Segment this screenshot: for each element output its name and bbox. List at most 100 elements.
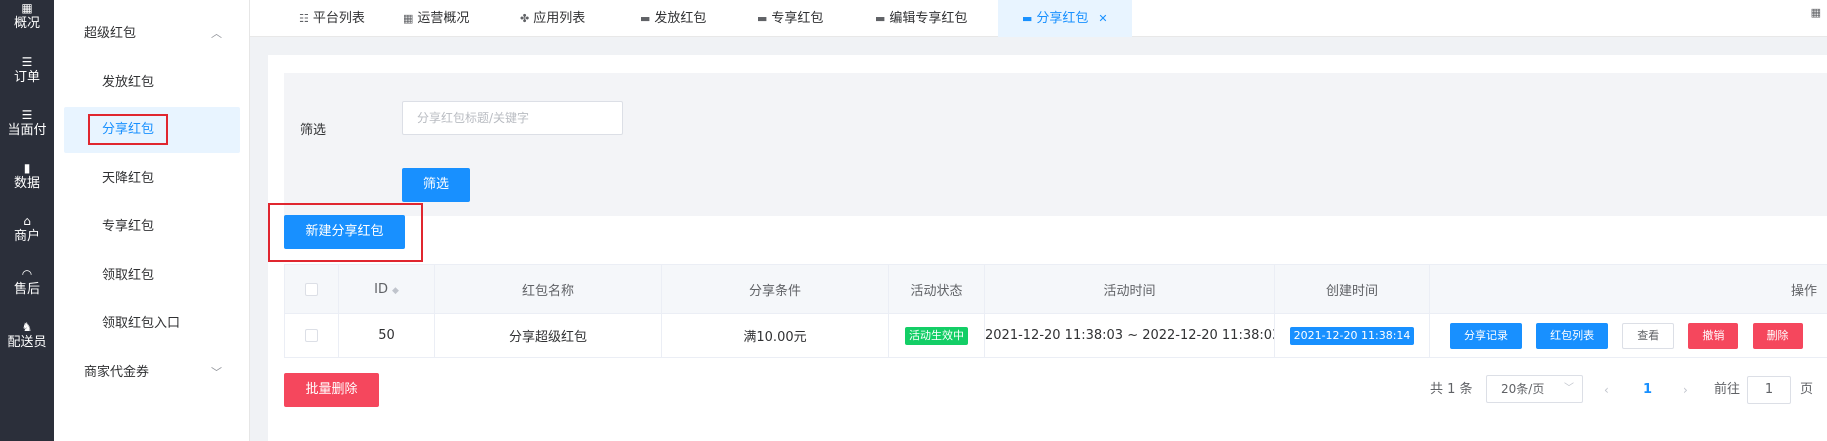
sidebar-item-label: 天降红包 [102,171,155,186]
sidebar-group-label: 超级红包 [84,26,137,41]
redpacket-table: ID ◆ 红包名称 分享条件 活动状态 活动时间 创建时间 操作 50 分享超级红… [284,264,1827,358]
nav-merchants[interactable]: ⌂ 商户 [0,213,54,245]
column-header-time: 活动时间 [984,264,1275,314]
app-root: ▦ 概况 ☰ 订单 ☰ 当面付 ▮ 数据 ⌂ 商户 ◠ 售后 ♞ 配送员 超级红… [0,0,1827,441]
chevron-down-icon: ﹀ [211,366,222,379]
close-icon[interactable]: ✕ [1098,12,1107,25]
tab-label: 应用列表 [533,11,586,26]
sidebar-group-super-redpacket[interactable]: 超级红包 ︿ [54,14,250,54]
delete-button[interactable]: 删除 [1752,322,1803,349]
nav-overview[interactable]: ▦ 概况 [0,0,54,32]
filter-button[interactable]: 筛选 [402,168,470,202]
nav-label: 配送员 [7,335,47,350]
tab-exclusive-redpacket[interactable]: ▬ 专享红包 [757,0,823,37]
sub-sidebar: 超级红包 ︿ 发放红包 分享红包 天降红包 专享红包 领取红包 领取红包入口 商… [54,0,250,441]
select-all-cell [284,264,339,314]
tab-label: 编辑专享红包 [889,11,968,26]
sidebar-item-label: 领取红包入口 [102,316,181,331]
chevron-down-icon: ﹀ [1564,383,1574,394]
tab-bar: ☷ 平台列表 ▦ 运营概况 ✤ 应用列表 ▬ 发放红包 ▬ 专享红包 ▬ 编辑专享红包 ▬ 分… [250,0,1827,37]
tab-label: 分享红包 [1036,11,1089,26]
page-number-current[interactable]: 1 [1643,375,1652,405]
chevron-up-icon: ︿ [211,27,222,40]
column-header-name: 红包名称 [434,264,662,314]
sidebar-group-label: 商家代金券 [84,365,150,380]
sidebar-group-merchant-coupons[interactable]: 商家代金券 ﹀ [54,353,250,393]
nav-label: 数据 [13,176,40,191]
prev-page-icon[interactable]: ‹ [1604,375,1609,405]
nav-label: 商户 [13,229,40,244]
redpacket-icon: ▬ [1022,12,1033,25]
redpacket-icon: ▬ [757,12,768,25]
sidebar-item-exclusive-redpacket[interactable]: 专享红包 [54,204,250,250]
nav-couriers[interactable]: ♞ 配送员 [0,319,54,351]
nav-label: 订单 [13,70,40,85]
tab-issue-redpacket[interactable]: ▬ 发放红包 [640,0,706,37]
revoke-button[interactable]: 撤销 [1688,322,1739,349]
filter-label: 筛选 [300,123,327,138]
main-nav-rail: ▦ 概况 ☰ 订单 ☰ 当面付 ▮ 数据 ⌂ 商户 ◠ 售后 ♞ 配送员 [0,0,54,441]
search-input[interactable]: 分享红包标题/关键字 [402,101,623,135]
redpacket-icon: ▬ [875,12,886,25]
goto-page-input[interactable]: 1 [1747,376,1791,404]
nav-label: 售后 [13,282,40,297]
row-checkbox[interactable] [305,329,318,342]
table-row: 50 分享超级红包 满10.00元 活动生效中 2021-12-20 11:38… [284,313,1827,358]
sidebar-item-sky-redpacket[interactable]: 天降红包 [54,156,250,202]
header-label: ID [374,281,388,297]
page-size-select[interactable]: 20条/页 ﹀ [1486,375,1583,403]
nav-face-pay[interactable]: ☰ 当面付 [0,107,54,139]
list-icon: ☷ [299,12,309,25]
redpacket-list-button[interactable]: 红包列表 [1536,322,1609,349]
store-icon: ⌂ [23,214,31,228]
redpacket-icon: ▬ [640,12,651,25]
select-all-checkbox[interactable] [305,282,318,296]
sidebar-item-claim-entry[interactable]: 领取红包入口 [54,301,250,347]
nav-after-sales[interactable]: ◠ 售后 [0,266,54,298]
scooter-icon: ♞ [21,320,33,334]
tab-share-redpacket[interactable]: ▬ 分享红包 ✕ [998,0,1132,37]
sidebar-item-label: 分享红包 [88,114,169,145]
created-badge: 2021-12-20 11:38:14 [1289,326,1415,345]
sidebar-item-label: 领取红包 [102,268,155,283]
nav-data[interactable]: ▮ 数据 [0,160,54,192]
status-badge: 活动生效中 [905,326,968,345]
tab-label: 平台列表 [312,11,365,26]
goto-label: 前往 [1714,382,1741,397]
cell-created: 2021-12-20 11:38:14 [1274,313,1430,358]
content-panel: 筛选 分享红包标题/关键字 筛选 新建分享红包 ID ◆ 红包名称 分享条件 活动… [268,55,1827,441]
sidebar-item-share-redpacket[interactable]: 分享红包 [64,107,240,153]
sidebar-item-claim-redpacket[interactable]: 领取红包 [54,253,250,299]
list-icon: ☰ [21,55,33,69]
list-icon: ☰ [21,108,33,122]
tab-label: 专享红包 [771,11,824,26]
sidebar-item-label: 发放红包 [102,75,155,90]
tab-platform-list[interactable]: ☷ 平台列表 [299,0,365,37]
bulk-delete-button[interactable]: 批量删除 [284,373,379,407]
grid-icon: ▦ [21,1,33,15]
column-header-id[interactable]: ID ◆ [338,264,435,314]
table-header-row: ID ◆ 红包名称 分享条件 活动状态 活动时间 创建时间 操作 [284,264,1827,314]
new-share-redpacket-button[interactable]: 新建分享红包 [284,215,405,249]
grid-icon[interactable]: ▦ [1811,6,1821,19]
tab-ops-overview[interactable]: ▦ 运营概况 [403,0,469,37]
column-header-actions: 操作 [1429,264,1827,314]
next-page-icon[interactable]: › [1683,375,1688,405]
view-button[interactable]: 查看 [1622,322,1675,349]
nav-orders[interactable]: ☰ 订单 [0,54,54,86]
column-header-condition: 分享条件 [661,264,889,314]
nav-label: 当面付 [7,123,47,138]
nav-label: 概况 [13,16,40,31]
cell-id: 50 [338,313,435,358]
filter-section: 筛选 分享红包标题/关键字 筛选 [284,73,1827,216]
cell-status: 活动生效中 [888,313,985,358]
row-select-cell [284,313,339,358]
column-header-created: 创建时间 [1274,264,1430,314]
sidebar-item-issue-redpacket[interactable]: 发放红包 [54,60,250,106]
grid-icon: ▦ [403,12,414,25]
tab-edit-exclusive-redpacket[interactable]: ▬ 编辑专享红包 [875,0,967,37]
apps-icon: ✤ [520,12,530,25]
tab-app-list[interactable]: ✤ 应用列表 [520,0,585,37]
share-records-button[interactable]: 分享记录 [1450,322,1522,349]
sort-icon[interactable]: ◆ [392,286,399,296]
